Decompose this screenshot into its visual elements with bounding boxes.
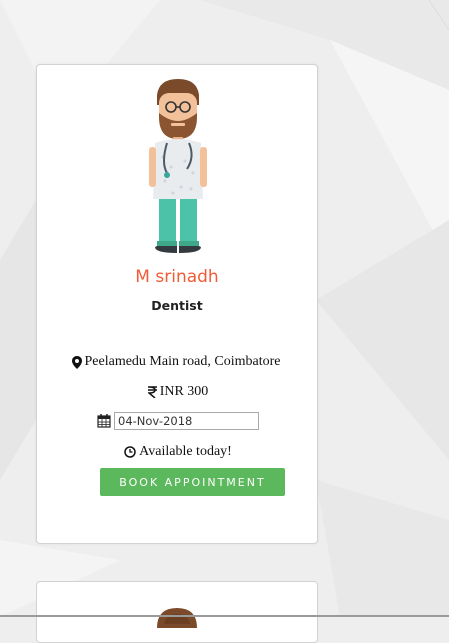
appointment-date-input[interactable]	[114, 412, 259, 430]
doctor-card-next	[36, 581, 318, 643]
doctor-name: M srinadh	[135, 267, 219, 287]
availability-row: Available today!	[33, 444, 323, 460]
location-row: Peelamedu Main road, Coimbatore	[21, 354, 331, 370]
map-marker-icon	[71, 355, 82, 369]
book-appointment-button[interactable]: BOOK APPOINTMENT	[100, 468, 285, 496]
location-text: Peelamedu Main road, Coimbatore	[84, 354, 281, 369]
doctor-specialty: Dentist	[151, 298, 203, 313]
fee-text: INR 300	[159, 384, 209, 399]
doctor-avatar	[149, 79, 207, 253]
rupee-icon	[147, 386, 157, 398]
calendar-icon	[97, 414, 111, 428]
clock-icon	[124, 446, 136, 458]
date-row	[33, 412, 323, 430]
doctor-card: M srinadh Dentist Peelamedu Main road, C…	[36, 64, 318, 544]
fee-row: INR 300	[33, 384, 323, 400]
doctor-avatar	[157, 608, 197, 628]
availability-text: Available today!	[139, 444, 232, 459]
